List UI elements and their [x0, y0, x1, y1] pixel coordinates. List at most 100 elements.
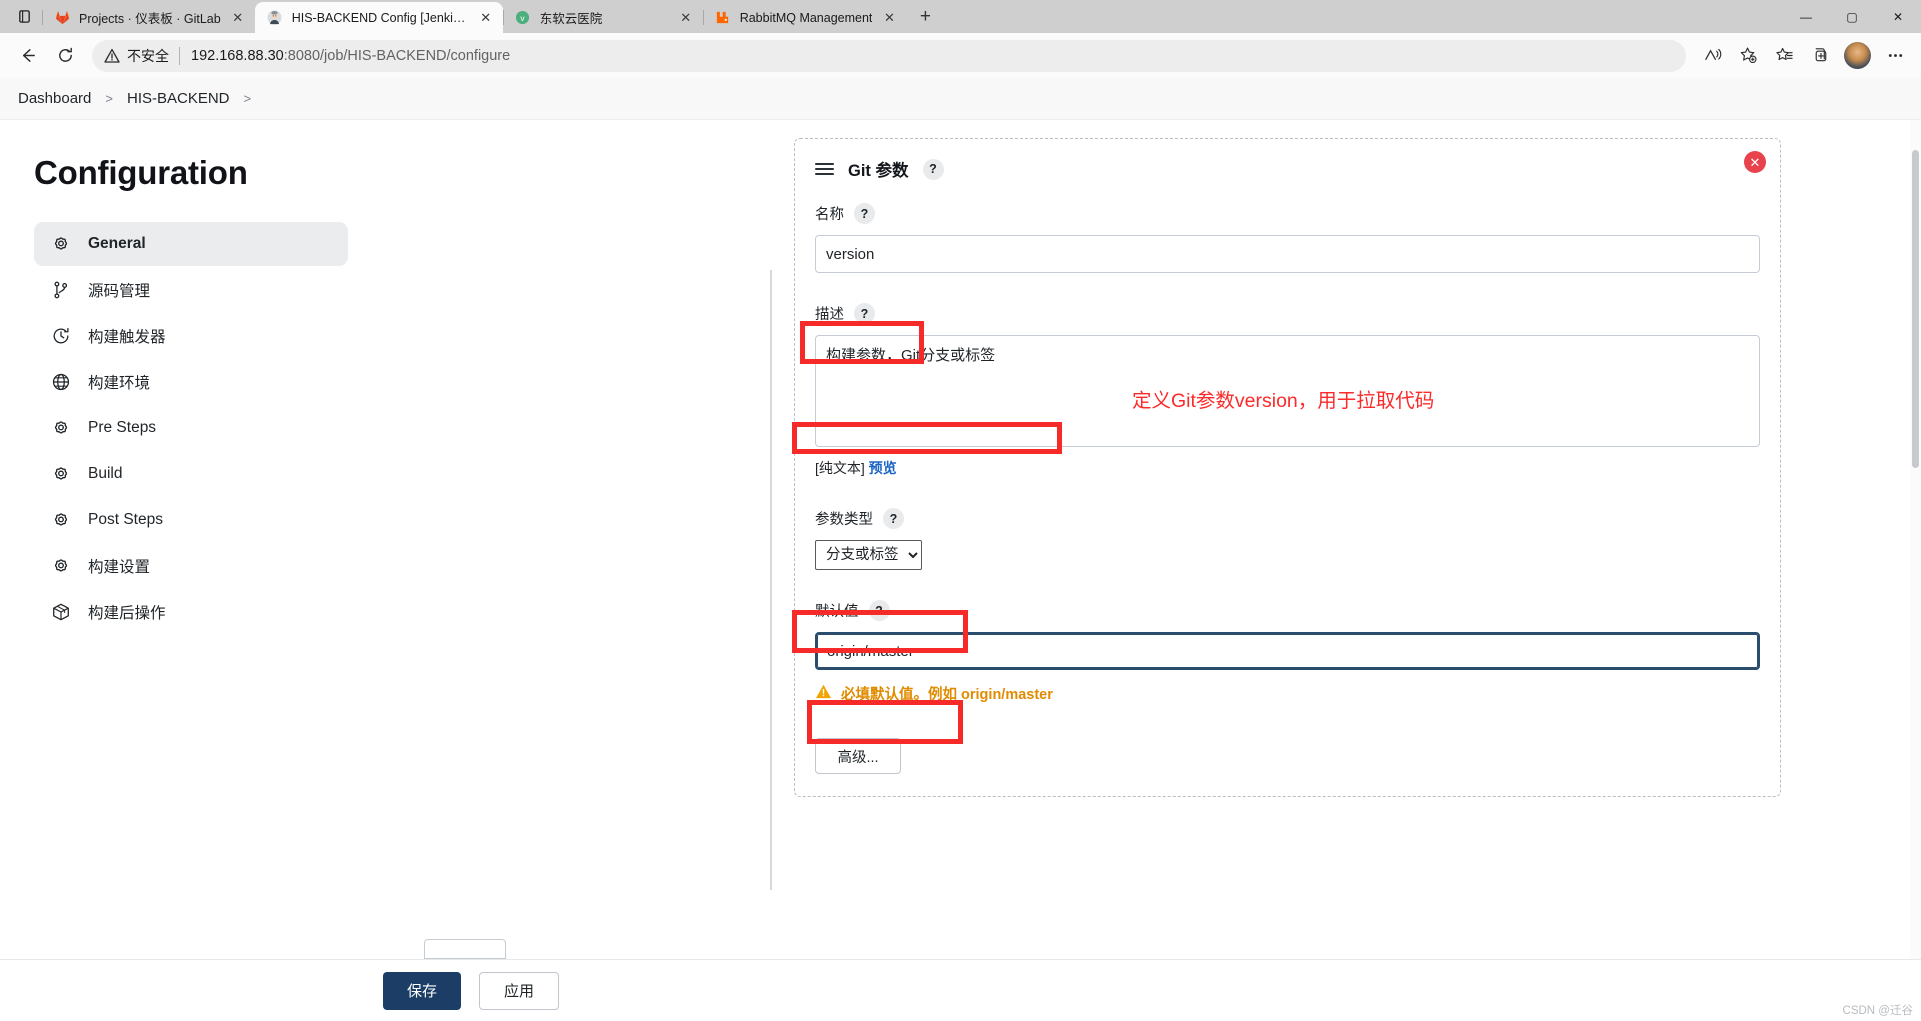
close-icon[interactable]: ✕: [475, 7, 497, 29]
annotation-note: 定义Git参数version，用于拉取代码: [1132, 390, 1435, 412]
warning-triangle-icon: [815, 683, 832, 704]
gear-icon: [50, 509, 72, 531]
source-branch-icon: [50, 279, 72, 301]
more-options-icon[interactable]: [1877, 38, 1913, 74]
close-icon[interactable]: ✕: [878, 7, 900, 29]
add-favorite-icon[interactable]: [1730, 38, 1766, 74]
close-icon[interactable]: ✕: [675, 7, 697, 29]
sidebar-item-label: 构建环境: [88, 375, 151, 392]
tab-divider: [502, 10, 504, 25]
markup-type-label: [纯文本]: [815, 460, 865, 476]
field-default-value: 默认值 ? 必填默认值。例如 origin/master: [815, 600, 1760, 704]
sidebar-item-general[interactable]: General: [34, 222, 348, 266]
browser-tab-gitlab[interactable]: Projects · 仪表板 · GitLab ✕: [42, 2, 255, 33]
preview-link[interactable]: 预览: [869, 460, 897, 476]
page-content: Dashboard > HIS-BACKEND > Configuration …: [0, 78, 1921, 1021]
description-markup-note: [纯文本] 预览: [815, 458, 1760, 478]
maximize-button[interactable]: ▢: [1829, 0, 1875, 33]
reload-icon[interactable]: [46, 37, 84, 75]
url-path: :8080/job/HIS-BACKEND/configure: [283, 47, 511, 64]
security-label: 不安全: [127, 47, 169, 64]
toolbar-icons: [1694, 38, 1913, 74]
help-icon[interactable]: ?: [854, 303, 875, 324]
advanced-button[interactable]: 高级...: [815, 738, 901, 774]
window-close-button[interactable]: ✕: [1875, 0, 1921, 33]
profile-avatar[interactable]: [1844, 42, 1871, 69]
gear-icon: [50, 463, 72, 485]
tab-strip: Projects · 仪表板 · GitLab ✕ HIS-BACKEND Co…: [0, 0, 1921, 33]
field-label-default-value: 默认值 ?: [815, 600, 1760, 621]
field-label-description: 描述 ?: [815, 303, 1760, 324]
jenkins-icon: [267, 10, 283, 26]
sidebar-item-label: Post Steps: [88, 511, 163, 528]
browser-tab-dongruan[interactable]: v 东软云医院 ✕: [502, 2, 703, 33]
page-scrollbar[interactable]: [1910, 120, 1921, 959]
window-controls: — ▢ ✕: [1783, 0, 1921, 33]
name-input[interactable]: [815, 235, 1760, 273]
sidebar-item-post-steps[interactable]: Post Steps: [34, 498, 348, 542]
rabbitmq-icon: [715, 10, 731, 26]
label-text: 参数类型: [815, 512, 873, 528]
sidebar-item-source-management[interactable]: 源码管理: [34, 268, 348, 312]
chevron-right-icon: >: [105, 91, 113, 106]
gear-icon: [50, 233, 72, 255]
field-name: 名称 ?: [815, 203, 1760, 273]
sidebar-item-label: General: [88, 235, 146, 252]
browser-tab-jenkins[interactable]: HIS-BACKEND Config [Jenkins] ✕: [254, 2, 503, 33]
url-host: 192.168.88.30: [191, 47, 284, 64]
delete-parameter-button[interactable]: ✕: [1744, 151, 1766, 173]
divider: [179, 46, 180, 65]
help-icon[interactable]: ?: [854, 203, 875, 224]
sidebar-item-label: Pre Steps: [88, 419, 157, 436]
default-value-input[interactable]: [815, 632, 1760, 670]
browser-tab-rabbitmq[interactable]: RabbitMQ Management ✕: [702, 2, 907, 33]
sidebar-item-build-triggers[interactable]: 构建触发器: [34, 314, 348, 358]
sidebar-item-pre-steps[interactable]: Pre Steps: [34, 406, 348, 450]
minimize-button[interactable]: —: [1783, 0, 1829, 33]
back-arrow-icon[interactable]: [8, 37, 46, 75]
breadcrumb-item-his-backend[interactable]: HIS-BACKEND: [127, 90, 230, 107]
scrollbar-thumb[interactable]: [1912, 150, 1919, 468]
watermark: CSDN @迁谷: [1842, 1005, 1913, 1017]
help-icon[interactable]: ?: [922, 158, 944, 180]
tab-list-icon[interactable]: [6, 0, 42, 33]
tab-divider: [42, 10, 43, 25]
breadcrumb-item-dashboard[interactable]: Dashboard: [18, 90, 91, 107]
collections-icon[interactable]: [1802, 38, 1838, 74]
param-type-select[interactable]: 分支或标签: [815, 540, 922, 570]
tab-title: 东软云医院: [539, 12, 603, 26]
help-icon[interactable]: ?: [883, 508, 904, 529]
label-text: 默认值: [815, 604, 859, 620]
sidebar-item-label: 构建触发器: [88, 329, 166, 346]
browser-window: Projects · 仪表板 · GitLab ✕ HIS-BACKEND Co…: [0, 0, 1921, 1021]
form-action-bar: 保存 应用: [0, 959, 1921, 1021]
address-bar[interactable]: 不安全 192.168.88.30:8080/job/HIS-BACKEND/c…: [92, 39, 1686, 72]
sidebar-item-build-environment[interactable]: 构建环境: [34, 360, 348, 404]
drag-handle-icon[interactable]: [815, 163, 834, 175]
configuration-sidebar: Configuration General 源码管理 构建触发器 构建环境 Pr…: [0, 120, 382, 1021]
warning-triangle-icon: [104, 48, 120, 64]
page-body: Configuration General 源码管理 构建触发器 构建环境 Pr…: [0, 120, 1921, 1021]
sidebar-item-build-settings[interactable]: 构建设置: [34, 544, 348, 588]
tab-title: Projects · 仪表板 · GitLab: [79, 12, 221, 26]
clock-icon: [50, 325, 72, 347]
chevron-right-icon: >: [243, 91, 252, 106]
generic-v-icon: v: [515, 10, 531, 26]
field-param-type: 参数类型 ? 分支或标签: [815, 508, 1760, 570]
form-area: ✕ Git 参数 ? 名称 ? version 描述 ? 构建参数，Git分支或…: [382, 120, 1921, 797]
tab-divider: [702, 10, 704, 25]
favorites-list-icon[interactable]: [1766, 38, 1802, 74]
apply-button[interactable]: 应用: [479, 971, 560, 1010]
sidebar-item-build[interactable]: Build: [34, 452, 348, 496]
close-icon[interactable]: ✕: [227, 7, 249, 29]
configuration-main: ✕ Git 参数 ? 名称 ? version 描述 ? 构建参数，Git分支或…: [382, 120, 1921, 1021]
sidebar-item-post-build-actions[interactable]: 构建后操作: [34, 590, 348, 634]
package-icon: [50, 601, 72, 623]
warning-text: 必填默认值。例如 origin/master: [841, 687, 1053, 703]
save-button[interactable]: 保存: [383, 971, 462, 1010]
partially-hidden-button[interactable]: [424, 939, 506, 959]
sidebar-item-label: 构建后操作: [88, 605, 166, 622]
read-aloud-icon[interactable]: [1694, 38, 1730, 74]
new-tab-button[interactable]: +: [910, 2, 940, 32]
help-icon[interactable]: ?: [868, 600, 890, 621]
